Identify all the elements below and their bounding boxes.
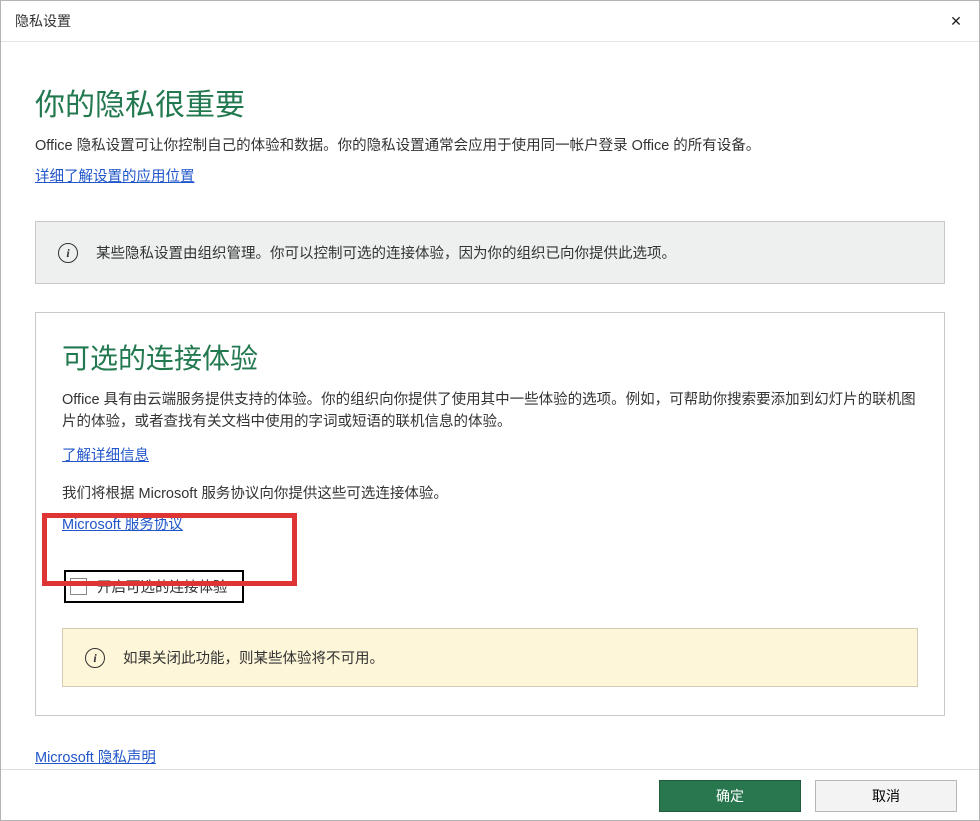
page-title: 你的隐私很重要 xyxy=(35,80,945,124)
learn-more-optional-link[interactable]: 了解详细信息 xyxy=(62,448,149,464)
optional-connected-experiences-section: 可选的连接体验 Office 具有由云端服务提供支持的体验。你的组织向你提供了使… xyxy=(35,312,945,716)
ms-privacy-statement-link[interactable]: Microsoft 隐私声明 xyxy=(35,750,156,766)
ms-service-agreement-link[interactable]: Microsoft 服务协议 xyxy=(62,517,183,533)
content-area: 你的隐私很重要 Office 隐私设置可让你控制自己的体验和数据。你的隐私设置通… xyxy=(1,42,979,769)
privacy-settings-window: 隐私设置 ✕ 你的隐私很重要 Office 隐私设置可让你控制自己的体验和数据。… xyxy=(0,0,980,821)
agreement-text: 我们将根据 Microsoft 服务协议向你提供这些可选连接体验。 xyxy=(62,483,918,505)
close-icon: ✕ xyxy=(950,13,962,30)
section-description: Office 具有由云端服务提供支持的体验。你的组织向你提供了使用其中一些体验的… xyxy=(62,389,918,434)
cancel-button[interactable]: 取消 xyxy=(815,780,957,812)
section-title: 可选的连接体验 xyxy=(62,337,918,377)
enable-optional-checkbox[interactable] xyxy=(70,578,87,595)
ok-button[interactable]: 确定 xyxy=(659,780,801,812)
enable-optional-control[interactable]: 开启可选的连接体验 xyxy=(64,570,244,603)
org-managed-text: 某些隐私设置由组织管理。你可以控制可选的连接体验，因为你的组织已向你提供此选项。 xyxy=(96,242,676,263)
enable-optional-row: 开启可选的连接体验 xyxy=(64,570,918,603)
org-managed-notice: i 某些隐私设置由组织管理。你可以控制可选的连接体验，因为你的组织已向你提供此选… xyxy=(35,221,945,284)
learn-more-app-locations-link[interactable]: 详细了解设置的应用位置 xyxy=(35,169,195,185)
disabled-warning-notice: i 如果关闭此功能，则某些体验将不可用。 xyxy=(62,628,918,687)
page-description: Office 隐私设置可让你控制自己的体验和数据。你的隐私设置通常会应用于使用同… xyxy=(35,136,945,157)
close-button[interactable]: ✕ xyxy=(933,1,979,41)
info-icon: i xyxy=(58,243,78,263)
titlebar: 隐私设置 ✕ xyxy=(1,1,979,42)
disabled-warning-text: 如果关闭此功能，则某些体验将不可用。 xyxy=(123,647,384,668)
button-bar: 确定 取消 xyxy=(1,769,979,821)
info-icon: i xyxy=(85,648,105,668)
window-title: 隐私设置 xyxy=(15,11,71,31)
enable-optional-label: 开启可选的连接体验 xyxy=(97,576,228,597)
